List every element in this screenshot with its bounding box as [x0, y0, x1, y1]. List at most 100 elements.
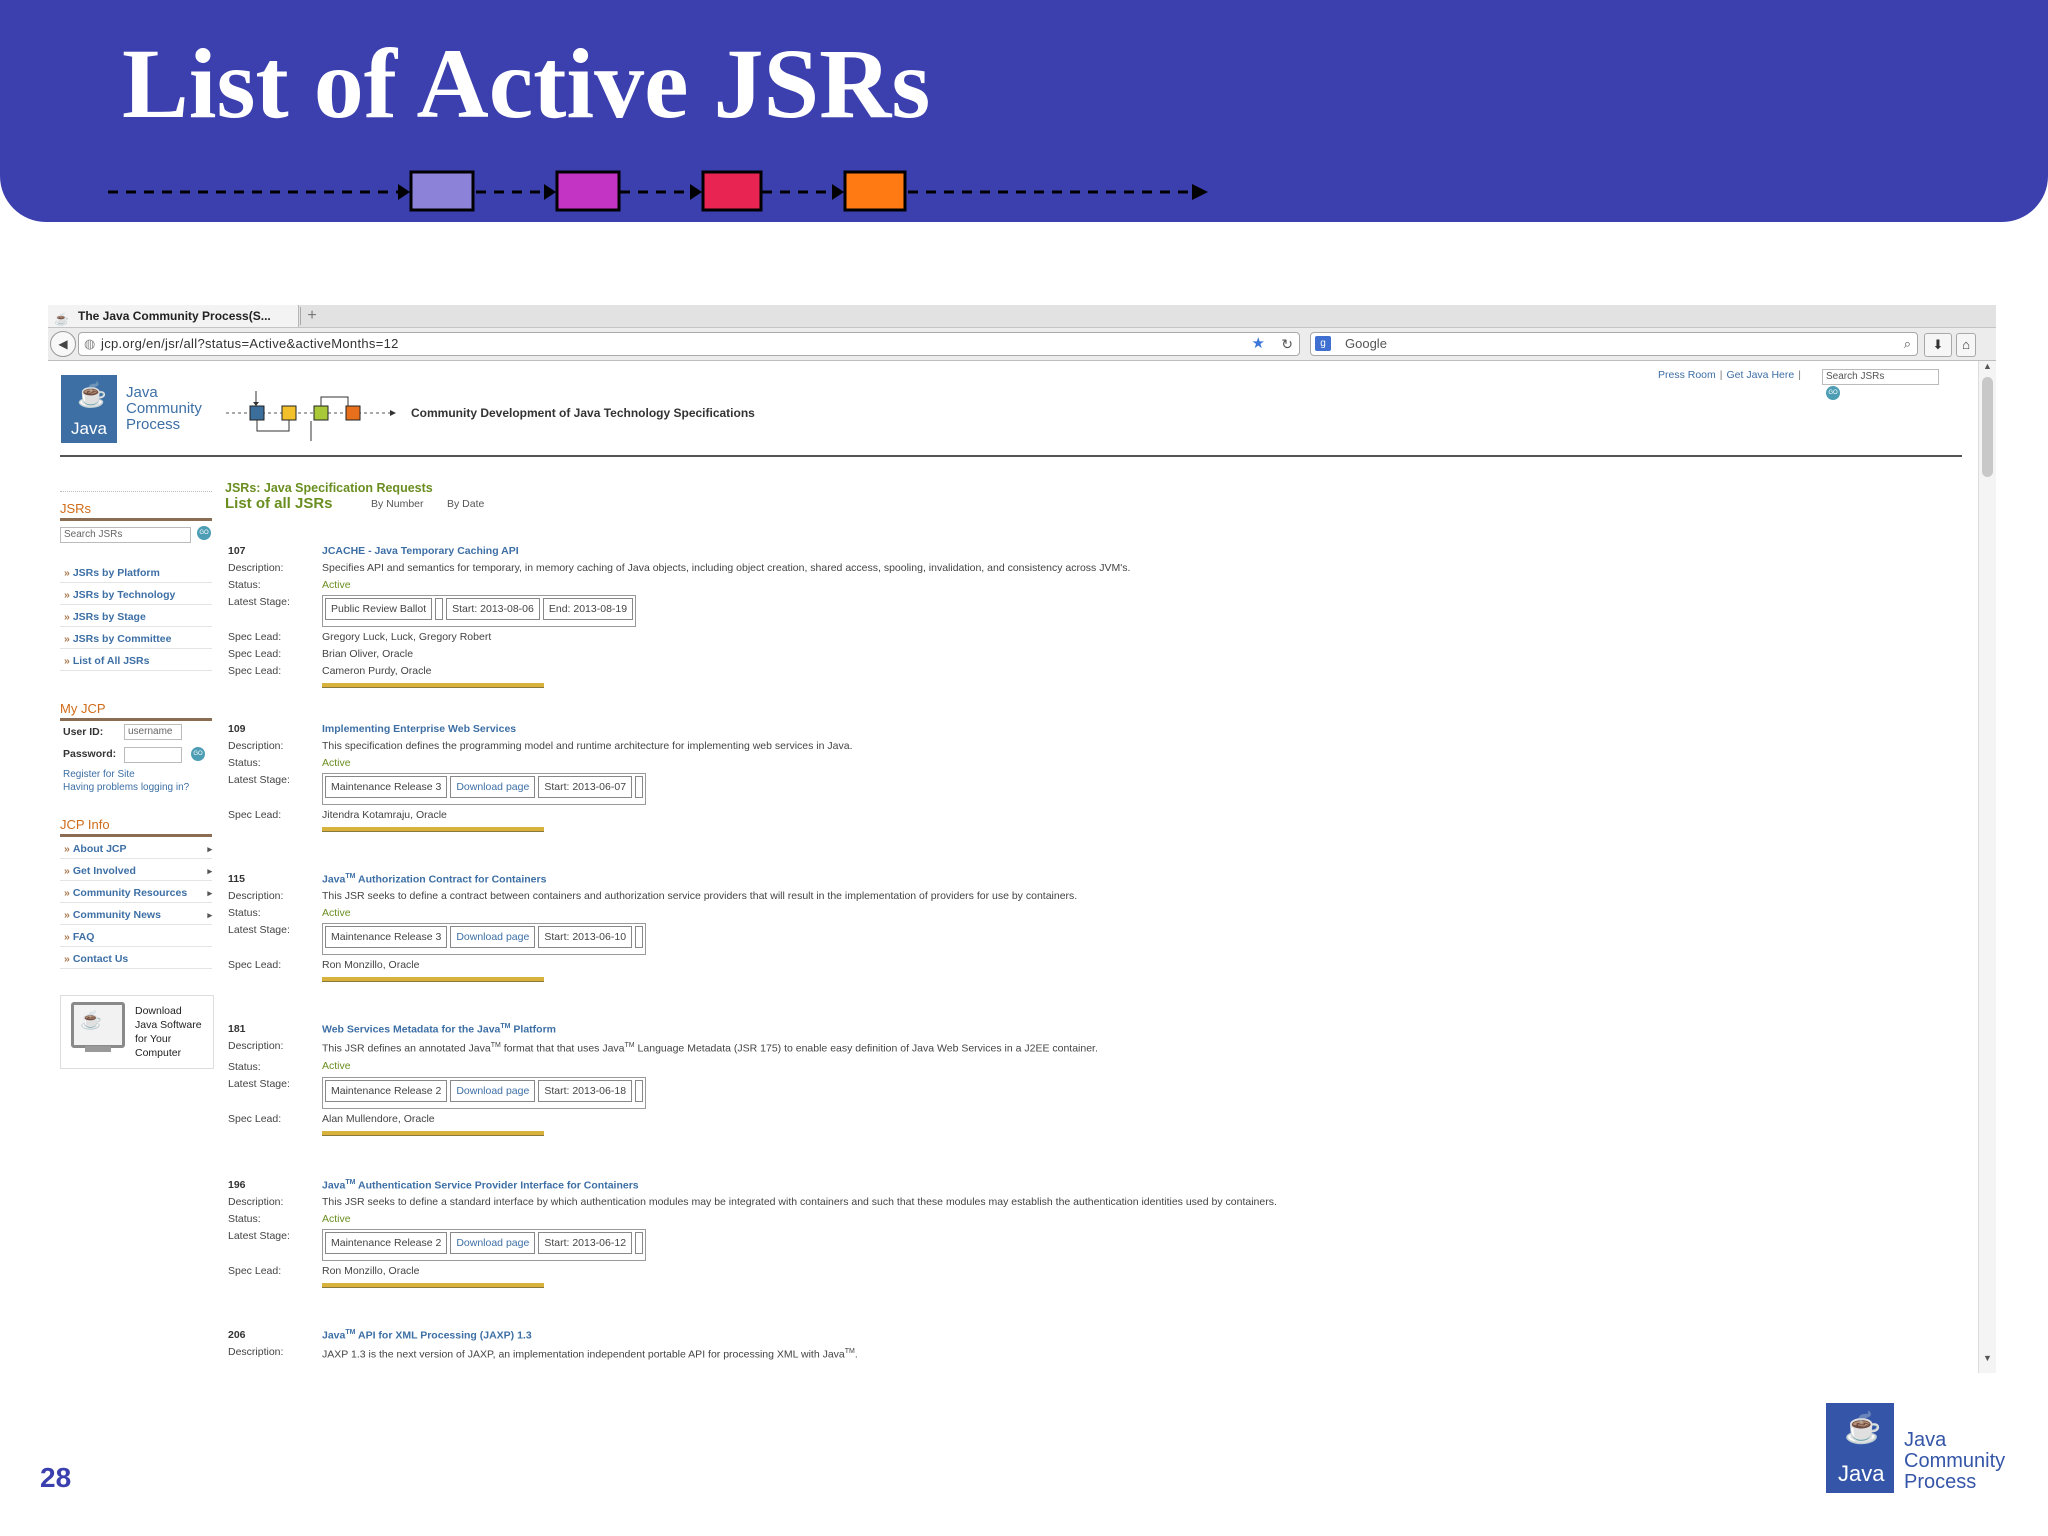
- password-input[interactable]: [124, 747, 182, 763]
- download-icon[interactable]: ⬇: [1924, 333, 1952, 357]
- nav-jsrs-by-platform[interactable]: » JSRs by Platform: [60, 565, 212, 583]
- stage-spacer: [435, 598, 444, 620]
- latest-stage-label: Latest Stage:: [228, 1230, 290, 1242]
- get-java-link[interactable]: Get Java Here: [1727, 369, 1795, 381]
- web-search-input[interactable]: g Google ⌕: [1310, 332, 1918, 356]
- nav-top-divider: [60, 491, 212, 492]
- jsr-search-input[interactable]: Search JSRs: [60, 527, 191, 543]
- jcp-name-line: Community: [126, 400, 202, 417]
- download-java-box[interactable]: ☕ Download Java Software for Your Comput…: [60, 995, 214, 1069]
- jcp-info-heading: JCP Info: [60, 817, 110, 832]
- nav-community-resources[interactable]: » Community Resources ▸: [60, 885, 212, 903]
- top-search-input[interactable]: Search JSRs: [1822, 369, 1939, 385]
- jsr-description: Specifies API and semantics for temporar…: [322, 562, 1131, 574]
- reload-icon[interactable]: ↻: [1281, 333, 1293, 355]
- trademark: TM: [490, 1042, 501, 1049]
- nav-community-news[interactable]: » Community News ▸: [60, 907, 212, 925]
- register-link[interactable]: Register for Site: [63, 769, 135, 780]
- download-page-link[interactable]: Download page: [450, 1232, 536, 1254]
- nav-contact-us[interactable]: » Contact Us: [60, 951, 212, 969]
- jsrs-heading: JSRs: [60, 501, 92, 516]
- top-search-go-button[interactable]: GO: [1826, 386, 1840, 400]
- title-part: Authorization Contract for Containers: [355, 873, 547, 886]
- spec-lead: Alan Mullendore, Oracle: [322, 1113, 435, 1125]
- download-page-link[interactable]: Download page: [450, 776, 536, 798]
- title-part: Java: [322, 1329, 346, 1342]
- jsr-title-link[interactable]: JavaTM Authorization Contract for Contai…: [322, 873, 546, 886]
- nav-jsrs-by-technology[interactable]: » JSRs by Technology: [60, 587, 212, 605]
- submenu-arrow-icon: ▸: [207, 888, 212, 898]
- jsr-search-go-button[interactable]: GO: [197, 526, 211, 540]
- entry-separator: [322, 1131, 544, 1136]
- nav-list-of-all-jsrs[interactable]: » List of All JSRs: [60, 653, 212, 671]
- stage-name: Maintenance Release 3: [325, 776, 448, 798]
- nav-jsrs-by-stage[interactable]: » JSRs by Stage: [60, 609, 212, 627]
- scroll-up-arrow-icon[interactable]: ▲: [1983, 361, 1992, 371]
- jsr-number: 107: [228, 545, 246, 557]
- jsr-title-link[interactable]: Web Services Metadata for the JavaTM Pla…: [322, 1023, 556, 1036]
- stage-spacer: [635, 776, 644, 798]
- status-label: Status:: [228, 757, 261, 769]
- nav-get-involved[interactable]: » Get Involved ▸: [60, 863, 212, 881]
- search-icon[interactable]: ⌕: [1904, 333, 1911, 355]
- new-tab-button[interactable]: +: [300, 307, 323, 325]
- jsr-title-link[interactable]: JCACHE - Java Temporary Caching API: [322, 545, 519, 557]
- stage-name: Maintenance Release 2: [325, 1080, 448, 1102]
- stage-spacer: [635, 1232, 644, 1254]
- jsr-title-link[interactable]: JavaTM API for XML Processing (JAXP) 1.3: [322, 1329, 532, 1342]
- title-part: Java: [322, 873, 346, 886]
- jsr-status: Active: [322, 1213, 351, 1225]
- scroll-down-arrow-icon[interactable]: ▼: [1983, 1353, 1992, 1363]
- status-label: Status:: [228, 1061, 261, 1073]
- entry-separator: [322, 977, 544, 982]
- login-go-button[interactable]: GO: [191, 747, 205, 761]
- flow-box-1: [409, 170, 475, 212]
- nav-link-label: JSRs by Platform: [72, 567, 160, 579]
- scrollbar-thumb[interactable]: [1982, 377, 1993, 477]
- jcp-name-line: Java: [126, 384, 158, 401]
- nav-link-label: About JCP: [72, 843, 127, 855]
- browser-tab[interactable]: ☕ The Java Community Process(S...: [48, 305, 299, 327]
- jsr-title-link[interactable]: Implementing Enterprise Web Services: [322, 723, 516, 735]
- jsr-title-link[interactable]: JavaTM Authentication Service Provider I…: [322, 1179, 639, 1192]
- title-part: Platform: [510, 1023, 557, 1036]
- flow-box-4: [843, 170, 907, 212]
- latest-stage-label: Latest Stage:: [228, 774, 290, 786]
- download-page-link[interactable]: Download page: [450, 926, 536, 948]
- address-bar[interactable]: ◍ jcp.org/en/jsr/all?status=Active&activ…: [78, 332, 1300, 356]
- spec-lead: Ron Monzillo, Oracle: [322, 959, 420, 971]
- jsrs-list-title: List of all JSRs: [225, 495, 333, 512]
- stage-start: Start: 2013-06-12: [538, 1232, 633, 1254]
- entry-separator: [322, 1283, 544, 1288]
- spec-lead: Gregory Luck, Luck, Gregory Robert: [322, 631, 492, 643]
- download-page-link[interactable]: Download page: [450, 1080, 536, 1102]
- title-part: Web Services Metadata for the Java: [322, 1023, 501, 1036]
- latest-stage-label: Latest Stage:: [228, 924, 290, 936]
- bookmark-star-icon[interactable]: ★: [1252, 333, 1265, 355]
- sort-by-date-link[interactable]: By Date: [447, 498, 484, 510]
- press-room-link[interactable]: Press Room: [1658, 369, 1716, 381]
- nav-jsrs-by-committee[interactable]: » JSRs by Committee: [60, 631, 212, 649]
- jcp-logo[interactable]: ☕ Java: [61, 375, 117, 443]
- search-engine-icon[interactable]: g: [1315, 336, 1331, 351]
- spec-lead-label: Spec Lead:: [228, 809, 282, 821]
- home-icon[interactable]: ⌂: [1956, 333, 1976, 357]
- stage-box: Maintenance Release 3 Download page Star…: [322, 923, 647, 955]
- nav-about-jcp[interactable]: » About JCP ▸: [60, 841, 212, 859]
- latest-stage-label: Latest Stage:: [228, 596, 290, 608]
- status-label: Status:: [228, 1213, 261, 1225]
- user-id-input[interactable]: username: [124, 724, 182, 740]
- login-problems-link[interactable]: Having problems logging in?: [63, 782, 189, 793]
- jsr-status: Active: [322, 907, 351, 919]
- spec-lead: Jitendra Kotamraju, Oracle: [322, 809, 447, 821]
- flow-box-3: [701, 170, 763, 212]
- download-text-line: Java Software: [135, 1019, 202, 1031]
- flow-box-2: [555, 170, 621, 212]
- download-text-line: Download: [135, 1005, 182, 1017]
- back-button[interactable]: ◀: [50, 331, 76, 357]
- nav-faq[interactable]: » FAQ: [60, 929, 212, 947]
- jsr-number: 109: [228, 723, 246, 735]
- sort-by-number-link[interactable]: By Number: [371, 498, 424, 510]
- vertical-scrollbar[interactable]: ▲ ▼: [1978, 361, 1996, 1373]
- computer-monitor-icon: ☕: [71, 1002, 125, 1048]
